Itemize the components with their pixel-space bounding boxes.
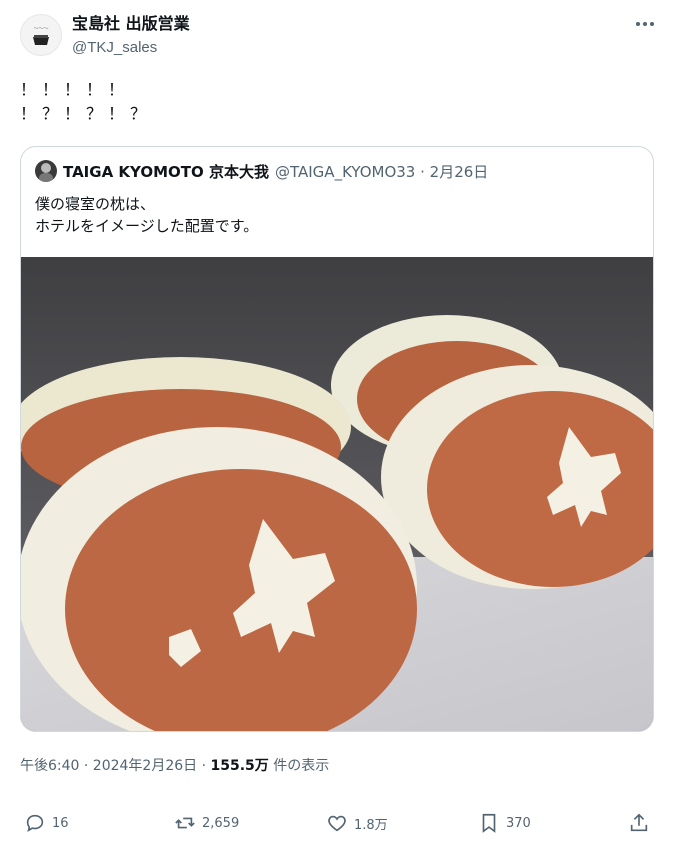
quote-header: TAIGA KYOMOTO 京本大我 @TAIGA_KYOMO33 · 2月26… xyxy=(35,159,488,183)
like-count: 1.8万 xyxy=(354,817,388,833)
tweet-text: ！！！！！ ！？！？！？ xyxy=(20,78,152,126)
timestamp[interactable]: 午後6:40 · 2024年2月26日 · xyxy=(20,758,211,774)
bookmark-icon xyxy=(482,813,496,833)
quote-line: 僕の寝室の枕は、 xyxy=(35,195,156,213)
svg-text:〜〜〜: 〜〜〜 xyxy=(33,26,48,32)
quoted-tweet[interactable]: TAIGA KYOMOTO 京本大我 @TAIGA_KYOMO33 · 2月26… xyxy=(20,146,654,732)
author-name[interactable]: 宝島社 出版営業 xyxy=(72,14,190,34)
view-count: 155.5万 xyxy=(210,758,269,774)
tweet-line: ！？！？！？ xyxy=(20,104,153,123)
quote-text: 僕の寝室の枕は、 ホテルをイメージした配置です。 xyxy=(35,193,258,237)
bookmark-button[interactable]: 370 xyxy=(478,810,531,836)
quote-author-name[interactable]: TAIGA KYOMOTO 京本大我 xyxy=(63,161,269,182)
action-bar: 16 2,659 1.8万 370 xyxy=(0,810,677,836)
repost-button[interactable]: 2,659 xyxy=(174,810,239,836)
views-label: 件の表示 xyxy=(268,758,330,774)
more-icon[interactable] xyxy=(631,14,659,34)
quote-photo[interactable] xyxy=(21,257,653,732)
share-icon xyxy=(630,813,648,832)
author-avatar[interactable]: 〜〜〜 xyxy=(20,14,62,56)
quote-avatar[interactable] xyxy=(35,160,57,182)
tweet-line: ！！！！！ xyxy=(20,80,131,99)
like-button[interactable]: 1.8万 xyxy=(326,810,388,836)
tweet-meta: 午後6:40 · 2024年2月26日 · 155.5万 件の表示 xyxy=(20,756,329,776)
author-handle[interactable]: @TKJ_sales xyxy=(72,38,157,58)
quote-line: ホテルをイメージした配置です。 xyxy=(35,217,259,235)
repost-icon xyxy=(175,817,195,829)
reply-icon xyxy=(26,814,44,833)
reply-count: 16 xyxy=(52,815,69,831)
like-icon xyxy=(328,815,346,832)
quote-handle-date: @TAIGA_KYOMO33 · 2月26日 xyxy=(275,162,489,181)
bookmark-count: 370 xyxy=(506,815,531,831)
reply-button[interactable]: 16 xyxy=(24,810,69,836)
share-button[interactable] xyxy=(628,810,650,836)
repost-count: 2,659 xyxy=(202,815,240,831)
